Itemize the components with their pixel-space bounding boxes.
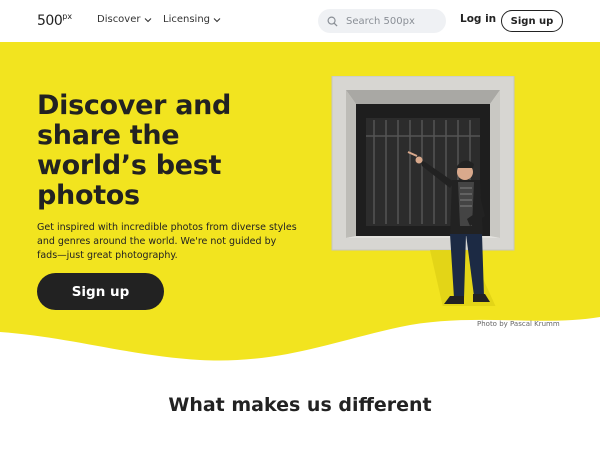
hero-subtitle: Get inspired with incredible photos from…: [37, 222, 297, 261]
nav-discover-label: Discover: [97, 14, 141, 25]
chevron-down-icon: [144, 17, 151, 22]
logo[interactable]: 500px: [37, 12, 72, 29]
logo-text: 500: [37, 13, 63, 29]
login-link[interactable]: Log in: [460, 13, 496, 25]
nav-licensing[interactable]: Licensing: [163, 14, 221, 25]
search-icon: [327, 16, 338, 27]
nav-licensing-label: Licensing: [163, 14, 211, 25]
signup-button-header[interactable]: Sign up: [501, 10, 563, 32]
search-input[interactable]: [346, 15, 441, 27]
logo-superscript: px: [62, 12, 73, 21]
nav-discover[interactable]: Discover: [97, 14, 152, 25]
top-nav-bar: 500px Discover Licensing Log in Sign up: [0, 0, 600, 42]
hero-photo: [331, 76, 515, 306]
chevron-down-icon: [213, 17, 221, 22]
section-title: What makes us different: [168, 394, 432, 416]
search-bar[interactable]: [318, 9, 446, 33]
hero-signup-button[interactable]: Sign up: [37, 273, 164, 310]
hero-section: Discover and share the world’s best phot…: [0, 42, 600, 382]
photo-credit[interactable]: Photo by Pascal Krumm: [477, 320, 560, 328]
hero-title: Discover and share the world’s best phot…: [37, 90, 232, 211]
